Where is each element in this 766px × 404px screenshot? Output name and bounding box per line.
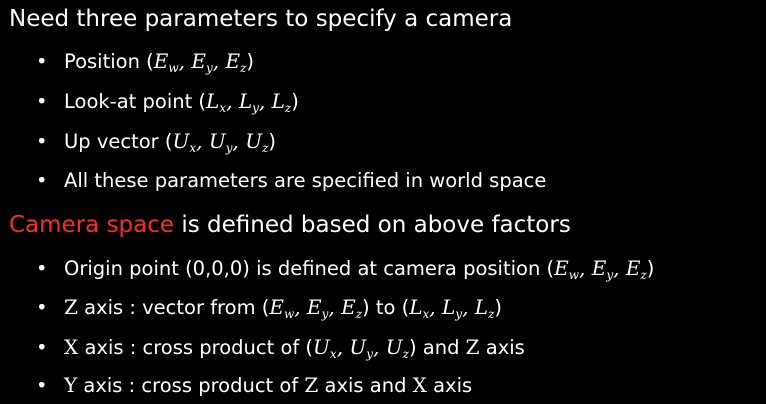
bullet-origin-point: • Origin point (0,0,0) is defined at came… bbox=[36, 256, 655, 282]
heading-camera-parameters: Need three parameters to specify a camer… bbox=[9, 6, 513, 32]
heading-camera-space: Camera space is defined based on above f… bbox=[9, 210, 571, 240]
bullet-dot: • bbox=[36, 336, 48, 359]
look-at-label: Look-at point ( bbox=[64, 90, 207, 113]
z-axis-to-math: Lx, Ly, Lz bbox=[409, 295, 495, 321]
heading-camera-space-rest: is defined based on above factors bbox=[174, 212, 571, 238]
x-axis-up-math: Ux, Uy, Uz bbox=[313, 335, 409, 361]
look-at-math: Lx, Ly, Lz bbox=[206, 89, 292, 115]
bullet-up-vector: • Up vector (Ux, Uy, Uz) bbox=[36, 129, 277, 155]
position-math: Ew, Ey, Ez bbox=[153, 49, 247, 75]
bullet-y-axis: • Y axis : cross product of Z axis and X … bbox=[36, 373, 473, 397]
x-axis-z-symbol: Z bbox=[465, 335, 480, 359]
origin-math: Ew, Ey, Ez bbox=[554, 256, 647, 282]
z-axis-symbol: Z bbox=[64, 295, 78, 319]
bullet-look-at: • Look-at point (Lx, Ly, Lz) bbox=[36, 89, 299, 115]
bullet-x-axis: • X axis : cross product of (Ux, Uy, Uz) … bbox=[36, 335, 525, 361]
bullet-dot: • bbox=[36, 257, 48, 280]
bullet-dot: • bbox=[36, 296, 48, 319]
y-axis-z-symbol: Z bbox=[304, 373, 319, 397]
bullet-dot: • bbox=[36, 374, 48, 397]
y-axis-x-symbol: X bbox=[412, 373, 427, 397]
x-axis-symbol: X bbox=[64, 335, 79, 359]
bullet-position: • Position (Ew, Ey, Ez) bbox=[36, 49, 254, 75]
origin-text: Origin point (0,0,0) is defined at camer… bbox=[64, 257, 555, 280]
bullet-world-space: • All these parameters are specified in w… bbox=[36, 168, 546, 194]
bullet-z-axis: • Z axis : vector from (Ew, Ey, Ez) to (L… bbox=[36, 295, 503, 321]
bullet-dot: • bbox=[36, 90, 48, 113]
bullet-dot: • bbox=[36, 169, 48, 192]
up-vector-math: Ux, Uy, Uz bbox=[172, 129, 269, 155]
position-label: Position ( bbox=[64, 50, 154, 73]
slide: Need three parameters to specify a camer… bbox=[0, 0, 766, 404]
z-axis-from-math: Ew, Ey, Ez bbox=[269, 295, 363, 321]
bullet-dot: • bbox=[36, 50, 48, 73]
world-space-text: All these parameters are specified in wo… bbox=[64, 169, 547, 192]
camera-space-highlight: Camera space bbox=[9, 212, 175, 238]
bullet-dot: • bbox=[36, 130, 48, 153]
up-vector-label: Up vector ( bbox=[64, 130, 173, 153]
y-axis-symbol: Y bbox=[64, 373, 78, 397]
